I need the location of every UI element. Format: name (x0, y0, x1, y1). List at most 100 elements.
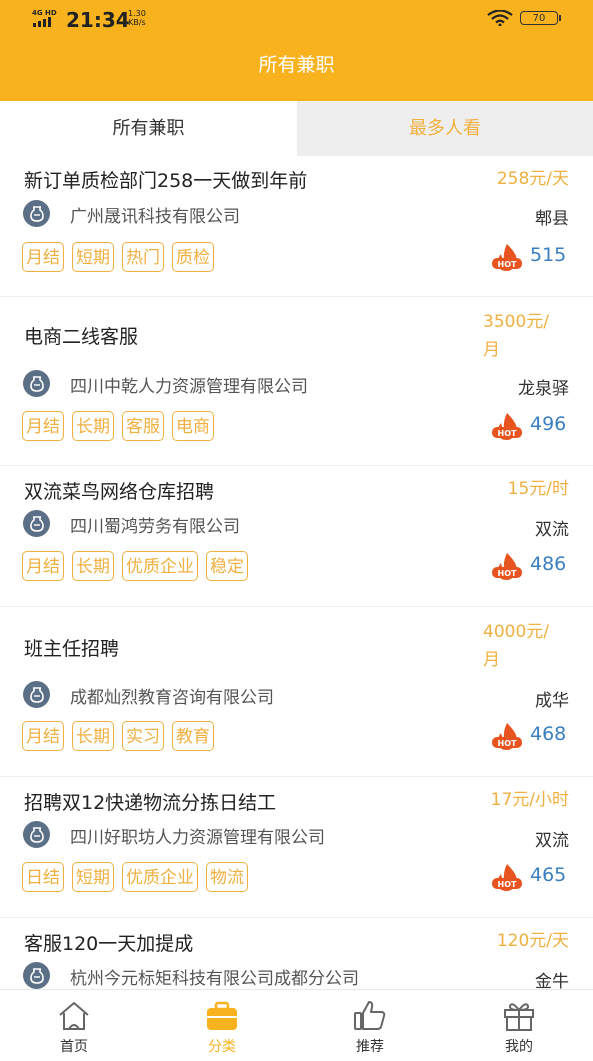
job-tag: 质检 (172, 242, 214, 272)
company-name: 成都灿烈教育咨询有限公司 (70, 688, 274, 708)
salary-text: 3500元/ (483, 312, 549, 332)
job-tag: 优质企业 (122, 862, 198, 892)
job-tag: 热门 (122, 242, 164, 272)
job-title: 招聘双12快递物流分拣日结工 (24, 792, 277, 814)
view-count: 515 (530, 244, 567, 266)
job-salary: 4000元/ 月 (483, 618, 549, 674)
job-item[interactable]: 双流菜鸟网络仓库招聘 15元/时 四川蜀鸿劳务有限公司 双流 月结 长期 优质企… (0, 465, 593, 607)
company-icon (23, 681, 50, 708)
wifi-icon (487, 10, 513, 26)
job-tag: 长期 (72, 411, 114, 441)
tag-list: 月结 长期 客服 电商 (22, 411, 214, 441)
battery-indicator: 70 (520, 11, 561, 25)
tab-all-jobs[interactable]: 所有兼职 (0, 101, 297, 156)
job-salary: 120元/天 (497, 927, 569, 955)
tag-list: 月结 长期 实习 教育 (22, 721, 214, 751)
svg-text:HOT: HOT (498, 260, 517, 269)
nav-category[interactable]: 分类 (172, 990, 272, 1061)
job-tag: 长期 (72, 551, 114, 581)
tag-list: 月结 长期 优质企业 稳定 (22, 551, 248, 581)
job-tag: 日结 (22, 862, 64, 892)
hot-fire-icon: HOT (492, 723, 522, 750)
company-name: 四川好职坊人力资源管理有限公司 (70, 828, 325, 848)
company-name: 广州晟讯科技有限公司 (70, 207, 240, 227)
network-type: 4G HD (32, 9, 57, 17)
job-location: 郫县 (535, 209, 569, 229)
job-tag: 月结 (22, 411, 64, 441)
nav-home[interactable]: 首页 (24, 990, 124, 1061)
job-item[interactable]: 客服120一天加提成 120元/天 杭州今元标矩科技有限公司成都分公司 金牛 (0, 917, 593, 989)
job-location: 双流 (535, 831, 569, 851)
tag-list: 日结 短期 优质企业 物流 (22, 862, 248, 892)
nav-label: 首页 (60, 1039, 88, 1055)
company-icon (23, 821, 50, 848)
job-location: 成华 (535, 691, 569, 711)
thumbs-up-icon (354, 1001, 386, 1030)
job-tag: 短期 (72, 862, 114, 892)
job-location: 金牛 (535, 972, 569, 989)
job-tag: 月结 (22, 551, 64, 581)
svg-text:HOT: HOT (498, 739, 517, 748)
nav-mine[interactable]: 我的 (469, 990, 569, 1061)
tab-bar: 所有兼职 最多人看 (0, 101, 593, 156)
view-count: 468 (530, 723, 567, 745)
nav-label: 推荐 (356, 1039, 384, 1055)
hot-fire-icon: HOT (492, 864, 522, 891)
job-tag: 电商 (172, 411, 214, 441)
company-name: 四川中乾人力资源管理有限公司 (70, 377, 308, 397)
job-location: 双流 (535, 520, 569, 540)
job-tag: 月结 (22, 721, 64, 751)
salary-text: 15元/时 (507, 479, 569, 499)
job-tag: 优质企业 (122, 551, 198, 581)
job-title: 班主任招聘 (24, 638, 120, 660)
job-list: 新订单质检部门258一天做到年前 258元/天 广州晟讯科技有限公司 郫县 月结… (0, 156, 593, 989)
network-speed: 1.30 KB/s (128, 9, 146, 27)
job-tag: 物流 (206, 862, 248, 892)
tab-most-viewed[interactable]: 最多人看 (297, 101, 593, 156)
job-salary: 17元/小时 (491, 786, 569, 814)
svg-text:HOT: HOT (498, 429, 517, 438)
job-item[interactable]: 班主任招聘 4000元/ 月 成都灿烈教育咨询有限公司 成华 月结 长期 实习 … (0, 606, 593, 777)
salary-text: 17元/小时 (490, 790, 569, 810)
signal-icon (33, 17, 51, 27)
company-name: 杭州今元标矩科技有限公司成都分公司 (70, 969, 359, 989)
svg-text:HOT: HOT (498, 880, 517, 889)
company-icon (23, 370, 50, 397)
tag-list: 月结 短期 热门 质检 (22, 242, 214, 272)
salary-text-cont: 月 (483, 650, 500, 670)
clock: 21:34 (66, 8, 130, 32)
briefcase-icon (207, 1001, 237, 1030)
speed-unit: KB/s (128, 18, 146, 27)
company-name: 四川蜀鸿劳务有限公司 (70, 517, 240, 537)
job-title: 电商二线客服 (24, 326, 139, 348)
job-item[interactable]: 电商二线客服 3500元/ 月 四川中乾人力资源管理有限公司 龙泉驿 月结 长期… (0, 296, 593, 466)
job-salary: 15元/时 (508, 475, 569, 503)
salary-text: 258元/天 (496, 169, 569, 189)
job-title: 客服120一天加提成 (24, 933, 194, 955)
page-title: 所有兼职 (258, 54, 335, 76)
svg-text:HOT: HOT (498, 569, 517, 578)
speed-value: 1.30 (128, 9, 146, 18)
company-icon (23, 510, 50, 537)
nav-label: 我的 (505, 1039, 533, 1055)
nav-recommend[interactable]: 推荐 (320, 990, 420, 1061)
job-title: 双流菜鸟网络仓库招聘 (24, 481, 215, 503)
hot-fire-icon: HOT (492, 553, 522, 580)
job-tag: 客服 (122, 411, 164, 441)
job-tag: 实习 (122, 721, 164, 751)
nav-label: 分类 (208, 1039, 236, 1055)
job-salary: 258元/天 (497, 165, 569, 193)
view-count: 486 (530, 553, 567, 575)
salary-text: 4000元/ (483, 622, 549, 642)
job-tag: 月结 (22, 242, 64, 272)
gift-icon (504, 1003, 534, 1031)
salary-text-cont: 月 (483, 340, 500, 360)
job-item[interactable]: 招聘双12快递物流分拣日结工 17元/小时 四川好职坊人力资源管理有限公司 双流… (0, 776, 593, 918)
bottom-nav: 首页 分类 推荐 我的 (0, 989, 593, 1061)
company-icon (23, 962, 50, 989)
company-icon (23, 200, 50, 227)
job-salary: 3500元/ 月 (483, 308, 549, 364)
status-bar: 4G HD 21:34 1.30 KB/s 70 (0, 0, 593, 38)
hot-fire-icon: HOT (492, 413, 522, 440)
job-item[interactable]: 新订单质检部门258一天做到年前 258元/天 广州晟讯科技有限公司 郫县 月结… (0, 156, 593, 297)
